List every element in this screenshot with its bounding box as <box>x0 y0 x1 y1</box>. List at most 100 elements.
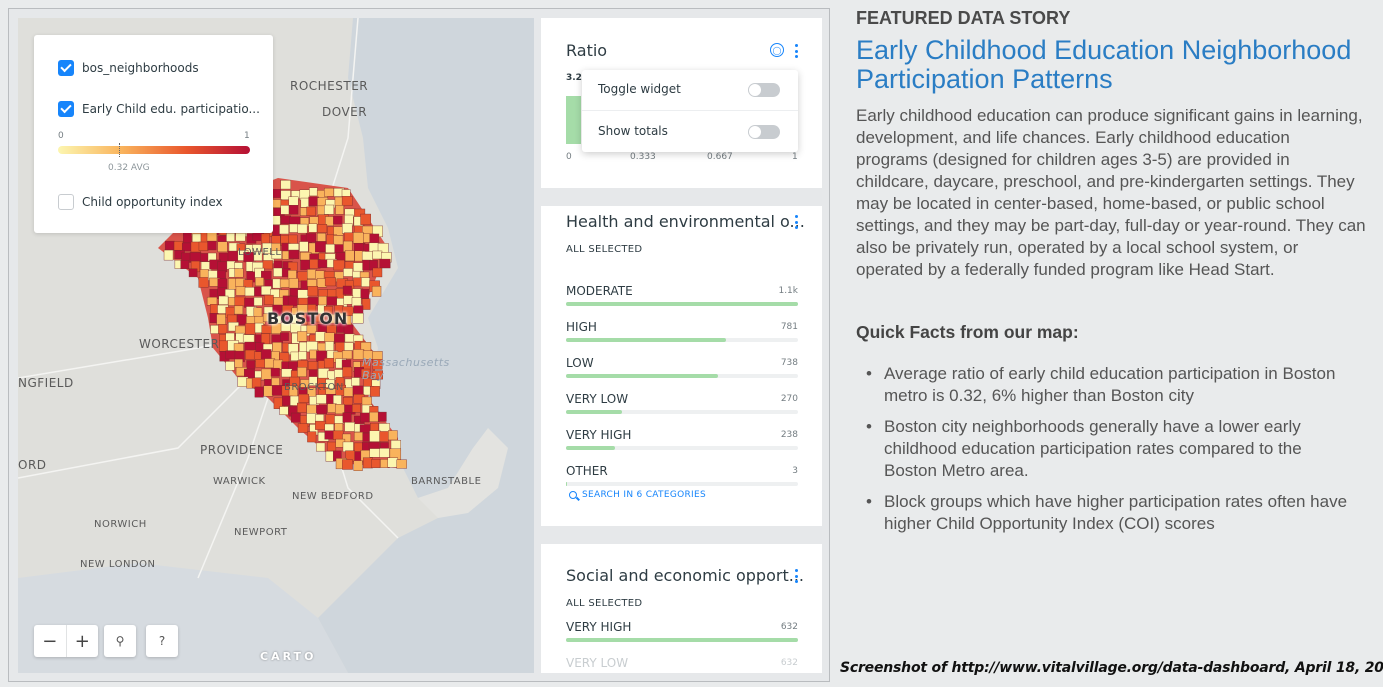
town-label: NGFIELD <box>18 376 74 390</box>
category-name: VERY LOW <box>566 656 629 670</box>
town-label: NEW LONDON <box>80 559 156 570</box>
category-bar-track <box>566 374 798 378</box>
featured-kicker: FEATURED DATA STORY <box>856 8 1071 28</box>
health-widget: Health and environmental o... ALL SELECT… <box>541 206 822 526</box>
category-bar-fill <box>566 482 568 486</box>
toggle-widget-label: Toggle widget <box>598 82 681 96</box>
layer-toggle-child-opportunity-index[interactable]: Child opportunity index <box>58 194 223 210</box>
category-count: 632 <box>780 622 798 632</box>
category-name: VERY LOW <box>566 392 629 406</box>
town-label: DOVER <box>322 105 368 119</box>
category-bar-track <box>566 302 798 306</box>
widget-title: Ratio <box>566 41 608 60</box>
category-bar-track <box>566 638 798 642</box>
widget-title: Social and economic opport... <box>566 566 804 585</box>
water-label: Massachusetts Bay <box>362 356 450 382</box>
category-count: 1.1k <box>778 286 798 296</box>
town-label: ORD <box>18 458 47 472</box>
fact-item: Average ratio of early child education p… <box>866 363 1356 407</box>
checkbox-checked[interactable] <box>58 60 74 76</box>
checkbox-unchecked[interactable] <box>58 194 74 210</box>
category-name: LOW <box>566 356 594 370</box>
category-name: HIGH <box>566 320 597 334</box>
category-name: OTHER <box>566 464 608 478</box>
category-count: 3 <box>792 466 798 476</box>
histogram-bar[interactable] <box>566 96 581 144</box>
carto-logo: CARTO <box>260 650 317 663</box>
layer-selector-panel: bos_neighborhoods Early Child edu. parti… <box>34 35 273 233</box>
legend-min: 0 <box>58 131 64 141</box>
category-bar-fill <box>566 338 727 342</box>
search-icon <box>569 491 577 499</box>
checkbox-checked[interactable] <box>58 101 74 117</box>
category-name: VERY HIGH <box>566 428 632 442</box>
histogram-tick: 0.667 <box>707 152 733 162</box>
search-categories-link[interactable]: SEARCH IN 6 CATEGORIES <box>569 490 706 500</box>
legend-gradient <box>58 146 250 154</box>
town-label: WARWICK <box>213 476 266 487</box>
story-title: Early Childhood Education Neighborhood P… <box>856 35 1352 94</box>
category-bar-track <box>566 410 798 414</box>
town-label: NEW BEDFORD <box>292 491 374 502</box>
search-icon[interactable]: ⚲ <box>104 625 136 657</box>
layer-toggle-early-child-edu[interactable]: Early Child edu. participatio... <box>58 101 260 117</box>
social-widget: Social and economic opport... ALL SELECT… <box>541 544 822 673</box>
category-count: 781 <box>780 322 798 332</box>
category-bar-track <box>566 446 798 450</box>
menu-divider <box>582 110 798 111</box>
category-count: 238 <box>780 430 798 440</box>
layer-label: Child opportunity index <box>82 195 223 209</box>
layer-label: bos_neighborhoods <box>82 61 199 75</box>
histogram-tick: 1 <box>792 152 798 162</box>
widget-options-menu: Toggle widget Show totals <box>582 70 798 152</box>
layer-label: Early Child edu. participatio... <box>82 102 260 116</box>
fact-item: Boston city neighborhoods generally have… <box>866 416 1356 482</box>
category-bar-track <box>566 338 798 342</box>
all-selected-label[interactable]: ALL SELECTED <box>566 244 642 255</box>
town-label: BARNSTABLE <box>411 476 482 487</box>
widget-menu-icon[interactable] <box>795 215 799 229</box>
histogram-tick: 0.333 <box>630 152 656 162</box>
screenshot-caption: Screenshot of http://www.vitalvillage.or… <box>840 660 1383 676</box>
show-totals-switch[interactable] <box>748 125 780 139</box>
zoom-in-button[interactable]: + <box>67 625 99 657</box>
town-label: WORCESTER <box>139 337 220 351</box>
town-label: BROCKTON <box>284 382 344 393</box>
story-body: Early childhood education can produce si… <box>856 106 1366 279</box>
category-bar-fill <box>566 410 622 414</box>
town-label: ROCHESTER <box>290 79 369 93</box>
category-bar-fill <box>566 302 798 306</box>
legend-max: 1 <box>244 131 250 141</box>
widget-menu-icon[interactable] <box>795 44 799 58</box>
legend-avg-marker <box>119 143 120 157</box>
town-label: LOWELL <box>238 247 282 258</box>
town-label: NEWPORT <box>234 527 288 538</box>
color-drop-icon[interactable]: ◯ <box>770 43 784 57</box>
layer-toggle-bos-neighborhoods[interactable]: bos_neighborhoods <box>58 60 199 76</box>
city-label-boston: BOSTON <box>267 309 349 328</box>
category-count: 738 <box>780 358 798 368</box>
category-name: VERY HIGH <box>566 620 632 634</box>
histogram-max-label: 3.2 <box>566 73 582 83</box>
category-bar-track <box>566 482 798 486</box>
category-bar-fill <box>566 446 615 450</box>
help-button[interactable]: ? <box>146 625 178 657</box>
town-label: NORWICH <box>94 519 147 530</box>
facts-list: Average ratio of early child education p… <box>866 363 1356 544</box>
all-selected-label[interactable]: ALL SELECTED <box>566 598 642 609</box>
facts-heading: Quick Facts from our map: <box>856 322 1079 342</box>
zoom-out-button[interactable]: − <box>34 625 67 657</box>
category-count: 632 <box>780 658 798 668</box>
category-name: MODERATE <box>566 284 633 298</box>
toggle-widget-switch[interactable] <box>748 83 780 97</box>
histogram-tick: 0 <box>566 152 572 162</box>
widget-title: Health and environmental o... <box>566 212 805 231</box>
town-label: PROVIDENCE <box>200 443 284 457</box>
search-categories-label: SEARCH IN 6 CATEGORIES <box>582 490 706 500</box>
fact-item: Block groups which have higher participa… <box>866 491 1356 535</box>
legend-avg-label: 0.32 AVG <box>108 163 150 173</box>
widget-menu-icon[interactable] <box>795 569 799 583</box>
show-totals-label: Show totals <box>598 124 668 138</box>
category-count: 270 <box>780 394 798 404</box>
zoom-control: − + <box>34 625 98 657</box>
